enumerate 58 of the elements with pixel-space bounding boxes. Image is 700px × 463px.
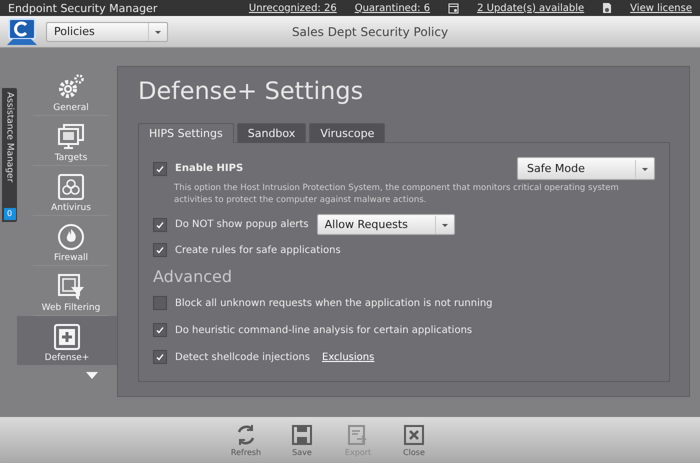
- policy-name: Sales Dept Security Policy: [290, 24, 450, 39]
- sidebar-label: Antivirus: [51, 203, 91, 214]
- window-title: Endpoint Security Manager: [8, 2, 158, 15]
- save-icon: [291, 424, 313, 446]
- section-heading: Advanced: [153, 267, 234, 286]
- assistance-label: Assistance Manager: [4, 92, 14, 182]
- funnel-window-icon: [57, 273, 85, 302]
- sidebar-label: Targets: [54, 153, 88, 164]
- panel-title: Defense+ Settings: [138, 77, 364, 106]
- document-icon: [602, 2, 612, 14]
- mode-dropdown[interactable]: Safe Mode: [517, 157, 655, 180]
- tab[interactable]: HIPS Settings: [138, 123, 234, 144]
- toolbar-button[interactable]: Close: [398, 424, 430, 457]
- policies-dropdown[interactable]: Policies: [46, 22, 168, 42]
- header-link[interactable]: Unrecognized: 26: [248, 2, 337, 14]
- header-link[interactable]: Quarantined: 6: [354, 2, 430, 14]
- biohazard-icon: [57, 173, 85, 202]
- export-icon: [347, 424, 369, 446]
- option-label: Block all unknown requests when the application is not running: [175, 298, 493, 309]
- tab[interactable]: Viruscope: [309, 123, 386, 144]
- option-label: Detect shellcode injections: [175, 352, 310, 363]
- sidebar-item[interactable]: Defense+: [17, 316, 117, 366]
- header-link[interactable]: View license: [630, 2, 692, 14]
- sidebar-label: General: [53, 103, 89, 114]
- monitor-icon: [57, 123, 85, 152]
- checkbox[interactable]: [153, 323, 167, 338]
- monitor-logo-icon: [6, 16, 38, 47]
- checkbox[interactable]: [153, 296, 167, 310]
- option-label: Enable HIPS: [175, 163, 244, 174]
- assistance-manager-tab[interactable]: Assistance Manager 0: [2, 88, 17, 222]
- flame-icon: [57, 223, 85, 252]
- sidebar-label: Firewall: [54, 253, 88, 264]
- refresh-icon: [235, 424, 257, 446]
- close-icon: [403, 424, 425, 446]
- down-arrow-icon[interactable]: [85, 371, 99, 380]
- plus-icon: [53, 323, 81, 352]
- count-badge: 0: [4, 208, 16, 220]
- option-label: Do NOT show popup alerts: [175, 219, 309, 230]
- checkbox[interactable]: [153, 350, 167, 364]
- header-link[interactable]: 2 Update(s) available: [477, 2, 584, 14]
- checkbox[interactable]: [153, 162, 167, 176]
- calendar-icon: [448, 2, 460, 14]
- alerts-dropdown[interactable]: Allow Requests: [316, 214, 455, 236]
- checkbox[interactable]: [153, 218, 167, 232]
- tab[interactable]: Sandbox: [236, 123, 306, 144]
- sidebar-item[interactable]: Antivirus: [33, 166, 109, 216]
- option-label: Do heuristic command-line analysis for certain applications: [175, 324, 472, 336]
- toolbar-button[interactable]: Save: [286, 424, 318, 457]
- sidebar-label: Defense+: [44, 353, 90, 364]
- option-label: Create rules for safe applications: [175, 244, 341, 256]
- sidebar-label: Web Filtering: [42, 303, 100, 314]
- exclusions-link[interactable]: Exclusions: [322, 352, 374, 363]
- sidebar-item[interactable]: General: [33, 66, 109, 116]
- sidebar-item[interactable]: Targets: [33, 116, 109, 166]
- sidebar-item[interactable]: Firewall: [33, 216, 109, 266]
- option-description: This option the Host Intrusion Protection System, the component that monitors critical operating system activities to protect the computer against malware actions.: [174, 182, 620, 206]
- toolbar-button[interactable]: Refresh: [230, 424, 262, 457]
- checkbox[interactable]: [153, 243, 167, 258]
